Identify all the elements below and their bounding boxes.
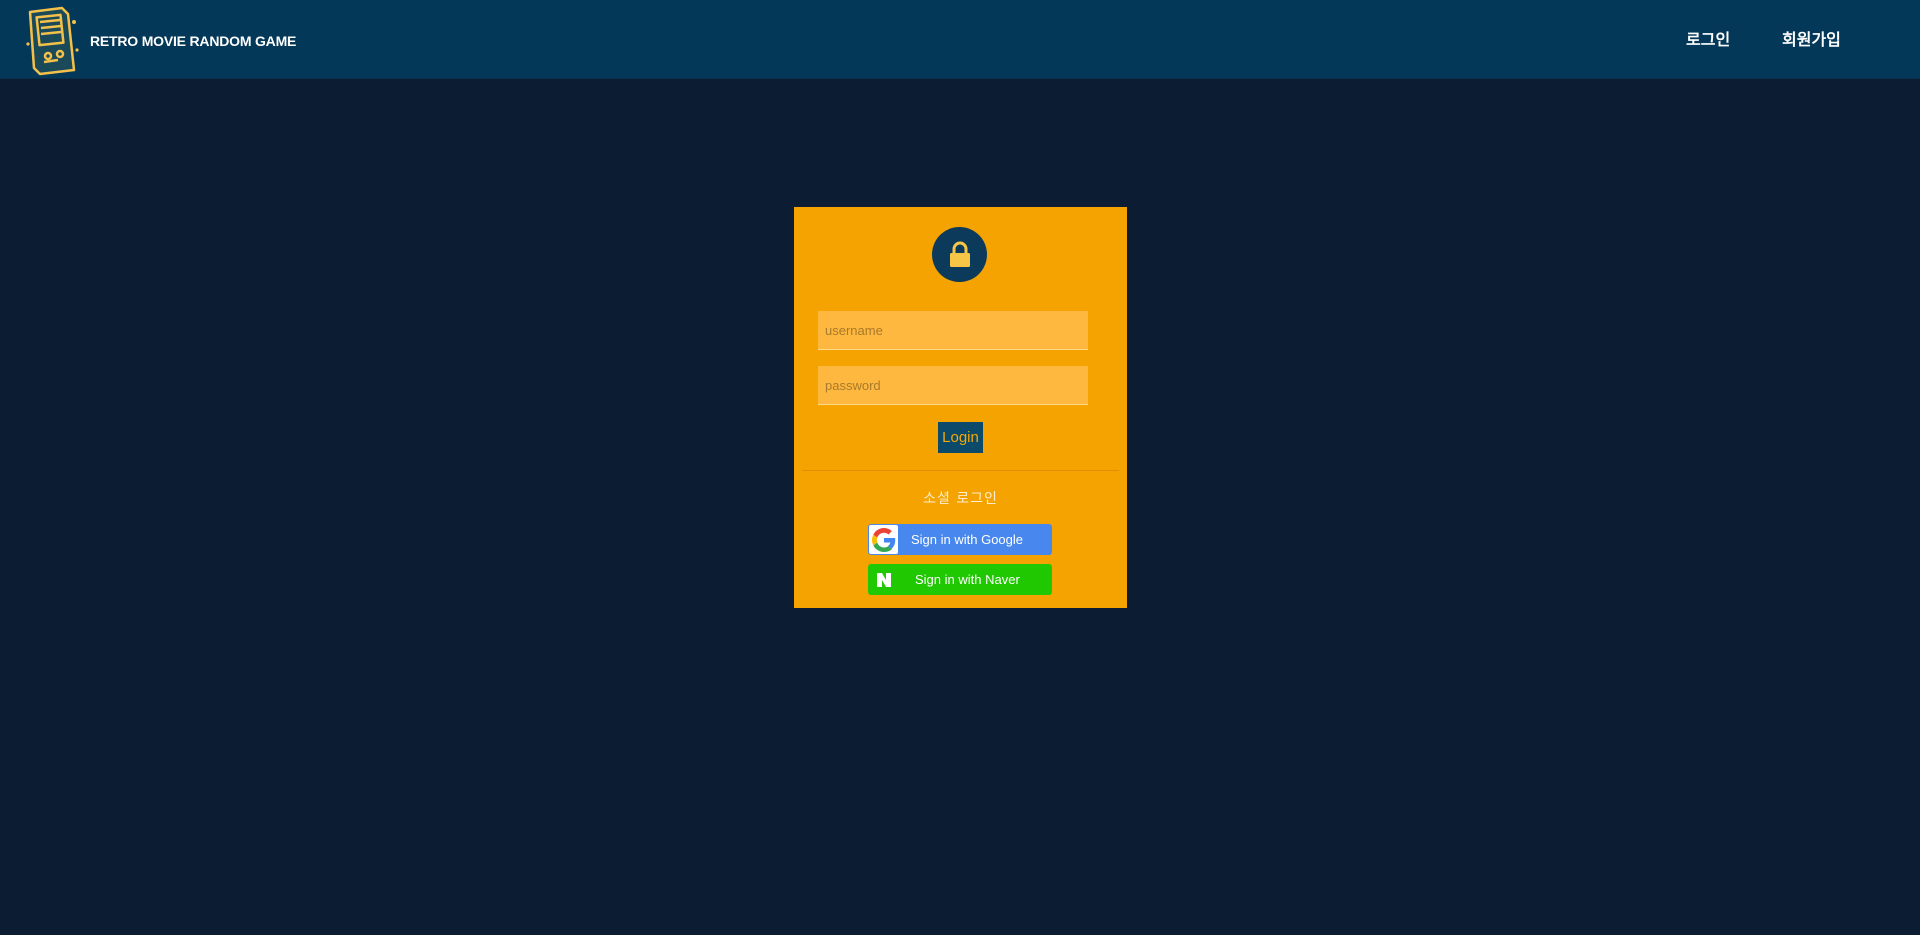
google-signin-label: Sign in with Google — [911, 532, 1024, 547]
nav-login-link[interactable]: 로그인 — [1686, 26, 1730, 50]
retro-arcade-machine-icon — [26, 6, 79, 76]
nav-signup-link[interactable]: 회원가입 — [1782, 26, 1841, 50]
naver-signin-label: Sign in with Naver — [915, 572, 1020, 587]
username-input[interactable] — [818, 311, 1088, 350]
login-button[interactable]: Login — [938, 422, 983, 453]
login-card: Login 소셜 로그인 Sign in with Google Sign in… — [794, 207, 1127, 608]
lock-icon — [949, 241, 970, 267]
brand-link[interactable]: RETRO MOVIE RANDOM GAME — [22, 4, 296, 78]
naver-icon — [869, 565, 898, 594]
social-login-title: 소셜 로그인 — [923, 491, 998, 507]
naver-signin-button[interactable]: Sign in with Naver — [868, 564, 1052, 595]
top-navbar: RETRO MOVIE RANDOM GAME 로그인 회원가입 — [0, 0, 1920, 79]
brand-title: RETRO MOVIE RANDOM GAME — [90, 33, 297, 49]
google-icon — [869, 525, 898, 554]
lock-badge — [932, 227, 987, 282]
password-input[interactable] — [818, 366, 1088, 405]
google-signin-button[interactable]: Sign in with Google — [868, 524, 1052, 555]
divider — [802, 470, 1119, 471]
